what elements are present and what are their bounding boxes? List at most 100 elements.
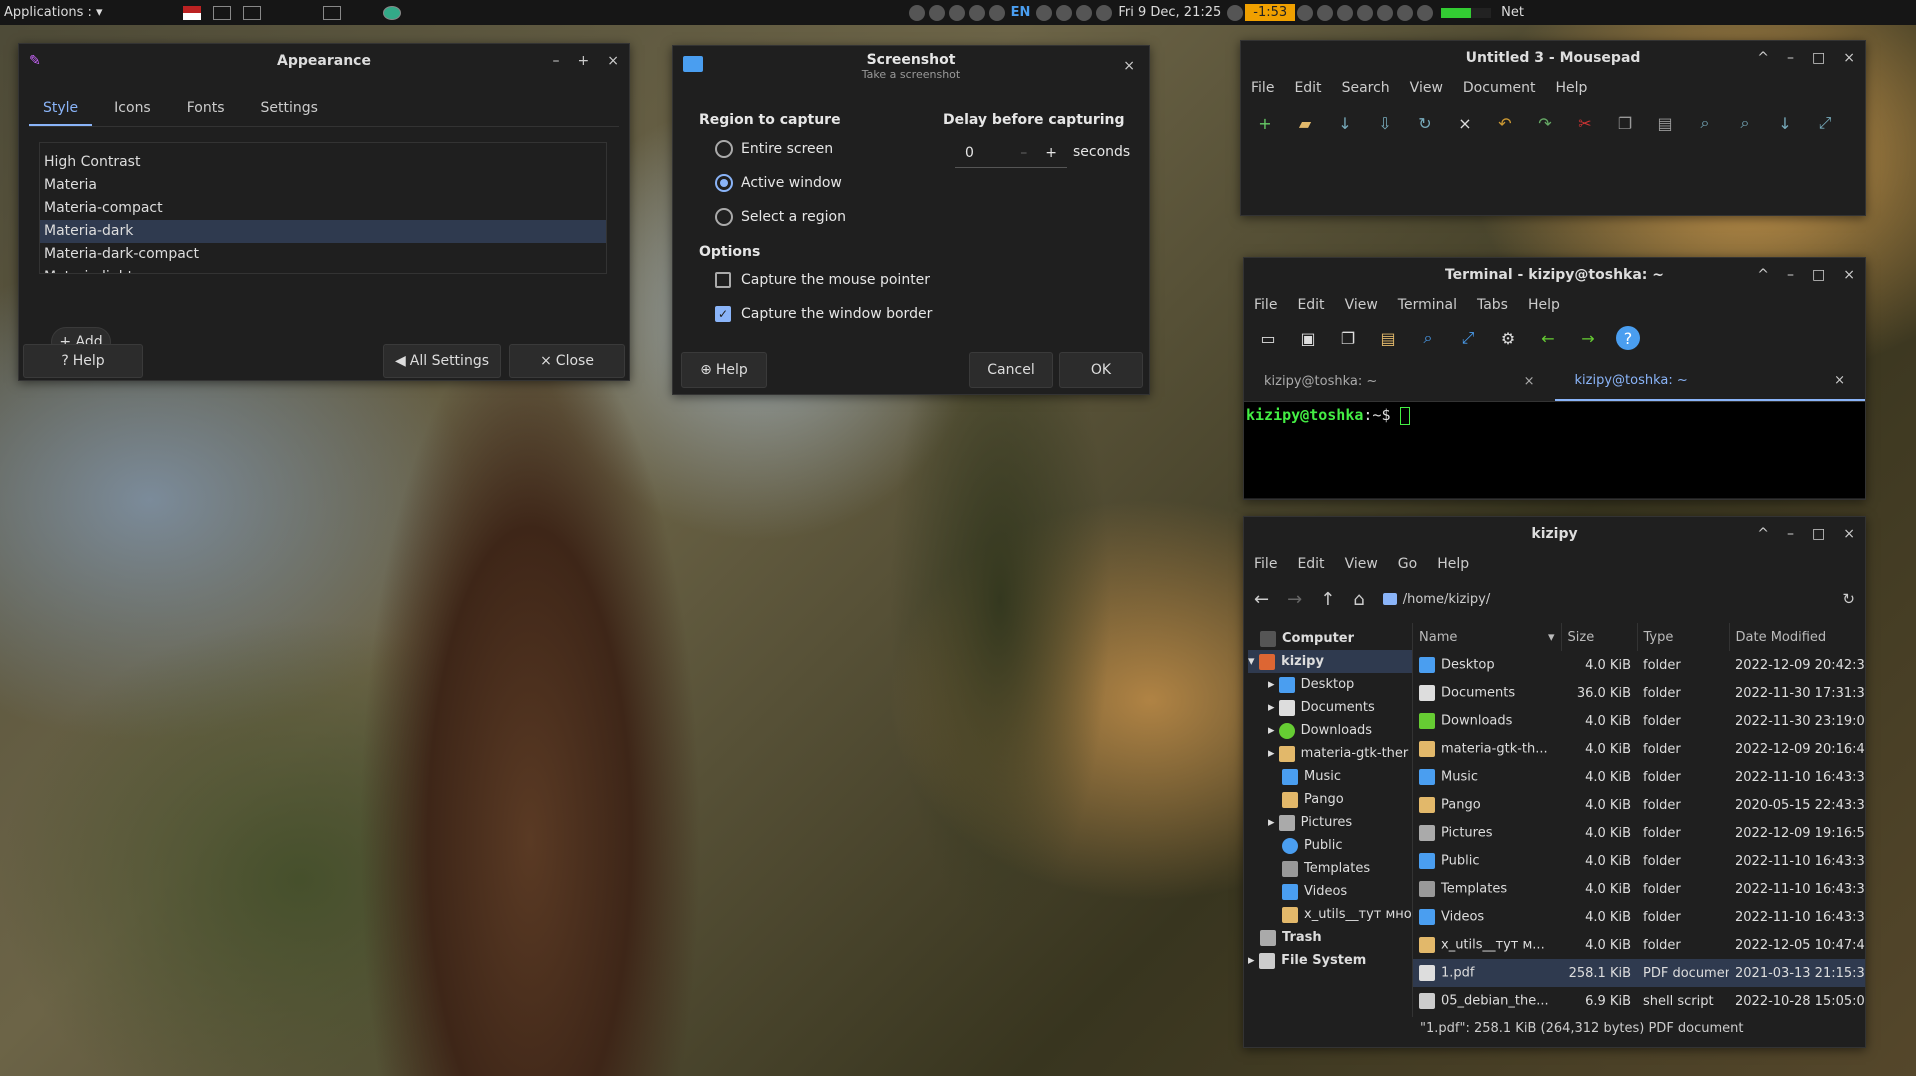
tray-icon[interactable] <box>928 4 945 21</box>
tray-icon[interactable] <box>988 4 1005 21</box>
tray-icon[interactable] <box>1417 4 1434 21</box>
tree-item[interactable]: ▸ Desktop <box>1248 673 1412 696</box>
tray-icon[interactable] <box>1056 4 1073 21</box>
up-icon[interactable]: ↑ <box>1320 589 1335 610</box>
paste-icon[interactable]: ▤ <box>1653 111 1677 135</box>
menu-edit[interactable]: Edit <box>1297 297 1324 313</box>
delay-value[interactable]: 0 <box>965 145 974 161</box>
tray-icon[interactable] <box>1036 4 1053 21</box>
tree-item[interactable]: x_utils__тут мно <box>1248 903 1412 926</box>
menu-view[interactable]: View <box>1345 556 1378 572</box>
column-size[interactable]: Size <box>1561 623 1638 651</box>
tab-fonts[interactable]: Fonts <box>173 92 239 126</box>
tab-settings[interactable]: Settings <box>247 92 332 126</box>
weather-icon[interactable] <box>1227 4 1244 21</box>
tree-item[interactable]: Videos <box>1248 880 1412 903</box>
redo-icon[interactable]: ↷ <box>1533 111 1557 135</box>
net-label[interactable]: Net <box>1497 5 1528 20</box>
tab-icons[interactable]: Icons <box>100 92 165 126</box>
table-row[interactable]: Downloads 4.0 KiB folder 2022-11-30 23:1… <box>1413 707 1865 735</box>
tree-item[interactable]: ▸ File System <box>1248 949 1412 972</box>
tray-icon[interactable] <box>1337 4 1354 21</box>
menu-edit[interactable]: Edit <box>1297 556 1324 572</box>
capture-pointer-checkbox[interactable]: Capture the mouse pointer <box>715 272 930 288</box>
maximize-icon[interactable]: □ <box>1812 50 1825 66</box>
file-manager-titlebar[interactable]: kizipy ^ – □ × <box>1244 517 1865 551</box>
list-item[interactable]: Materia-dark-compact <box>40 243 606 266</box>
tray-icon[interactable] <box>1076 4 1093 21</box>
maximize-icon[interactable]: □ <box>1812 267 1825 283</box>
increment-button[interactable]: + <box>1045 145 1057 161</box>
region-select[interactable]: Select a region <box>715 208 846 226</box>
fullscreen-icon[interactable]: ⤢ <box>1813 111 1837 135</box>
maximize-icon[interactable]: □ <box>1812 526 1825 542</box>
forward-icon[interactable]: → <box>1287 589 1302 610</box>
list-item[interactable]: Materia-light <box>40 266 606 273</box>
arrow-left-icon[interactable]: ← <box>1536 326 1560 350</box>
close-icon[interactable]: × <box>1843 50 1855 66</box>
new-file-icon[interactable]: + <box>1253 111 1277 135</box>
tray-icon[interactable] <box>1297 4 1314 21</box>
table-row[interactable]: Templates 4.0 KiB folder 2022-11-10 16:4… <box>1413 875 1865 903</box>
shade-icon[interactable]: ^ <box>1757 526 1769 542</box>
list-item[interactable]: High Contrast <box>40 151 606 174</box>
table-row[interactable]: Desktop 4.0 KiB folder 2022-12-09 20:42:… <box>1413 651 1865 679</box>
shade-icon[interactable]: ^ <box>1757 267 1769 283</box>
menu-file[interactable]: File <box>1254 297 1277 313</box>
cancel-button[interactable]: Cancel <box>969 352 1053 388</box>
close-icon[interactable]: × <box>1843 267 1855 283</box>
path-field[interactable]: /home/kizipy/↻ <box>1382 590 1855 608</box>
back-icon[interactable]: ← <box>1254 589 1269 610</box>
flag-icon[interactable] <box>182 5 201 20</box>
minimize-icon[interactable]: – <box>1787 50 1794 66</box>
arrow-right-icon[interactable]: → <box>1576 326 1600 350</box>
tree-item[interactable]: Computer <box>1248 627 1412 650</box>
menu-view[interactable]: View <box>1345 297 1378 313</box>
tree-item[interactable]: ▸ Downloads <box>1248 719 1412 742</box>
tree-item[interactable]: ▸ Pictures <box>1248 811 1412 834</box>
menu-search[interactable]: Search <box>1342 80 1390 96</box>
table-row[interactable]: Music 4.0 KiB folder 2022-11-10 16:43:33 <box>1413 763 1865 791</box>
minimize-icon[interactable]: – <box>553 53 560 69</box>
tray-icon[interactable] <box>1377 4 1394 21</box>
mousepad-titlebar[interactable]: Untitled 3 - Mousepad ^ – □ × <box>1241 41 1865 75</box>
tree-item[interactable]: Public <box>1248 834 1412 857</box>
table-row[interactable]: 1.pdf 258.1 KiB PDF document 2021-03-13 … <box>1413 959 1865 987</box>
cut-icon[interactable]: ✂ <box>1573 111 1597 135</box>
menu-help[interactable]: Help <box>1528 297 1560 313</box>
search-icon[interactable]: ⌕ <box>1693 111 1717 135</box>
close-icon[interactable]: × <box>1834 373 1845 388</box>
terminal-output[interactable]: kizipy@toshka:~$ <box>1244 402 1865 498</box>
terminal-tab[interactable]: kizipy@toshka: ~ × <box>1244 362 1555 401</box>
menu-help[interactable]: Help <box>1437 556 1469 572</box>
minimize-icon[interactable]: – <box>1787 526 1794 542</box>
tree-item[interactable]: Music <box>1248 765 1412 788</box>
tree-item[interactable]: Trash <box>1248 926 1412 949</box>
close-icon[interactable]: × <box>1524 374 1535 389</box>
undo-icon[interactable]: ↶ <box>1493 111 1517 135</box>
goto-icon[interactable]: ↓ <box>1773 111 1797 135</box>
theme-list[interactable]: High Contrast Materia Materia-compact Ma… <box>39 142 607 274</box>
refresh-icon[interactable]: ↻ <box>1842 590 1855 608</box>
window-icon[interactable] <box>212 5 231 20</box>
open-folder-icon[interactable]: ▰ <box>1293 111 1317 135</box>
menu-terminal[interactable]: Terminal <box>1398 297 1457 313</box>
menu-help[interactable]: Help <box>1555 80 1587 96</box>
terminal-task-icon[interactable] <box>322 5 341 20</box>
minimize-icon[interactable]: – <box>1787 267 1794 283</box>
table-row[interactable]: Pictures 4.0 KiB folder 2022-12-09 19:16… <box>1413 819 1865 847</box>
close-icon[interactable]: × <box>1843 526 1855 542</box>
window-icon[interactable] <box>242 5 261 20</box>
home-icon[interactable]: ⌂ <box>1353 589 1364 610</box>
maximize-icon[interactable]: + <box>578 53 590 69</box>
clock[interactable]: Fri 9 Dec, 21:25 <box>1114 5 1225 20</box>
keyboard-layout[interactable]: EN <box>1007 5 1035 20</box>
gear-icon[interactable]: ⚙ <box>1496 326 1520 350</box>
decrement-button[interactable]: – <box>1020 145 1027 161</box>
table-row[interactable]: materia-gtk-th... 4.0 KiB folder 2022-12… <box>1413 735 1865 763</box>
tree-item-selected[interactable]: ▾ kizipy <box>1248 650 1412 673</box>
column-type[interactable]: Type <box>1637 623 1730 651</box>
help-button[interactable]: ? Help <box>23 344 143 378</box>
weather-badge[interactable]: -1:53 <box>1245 4 1296 21</box>
ok-button[interactable]: OK <box>1059 352 1143 388</box>
